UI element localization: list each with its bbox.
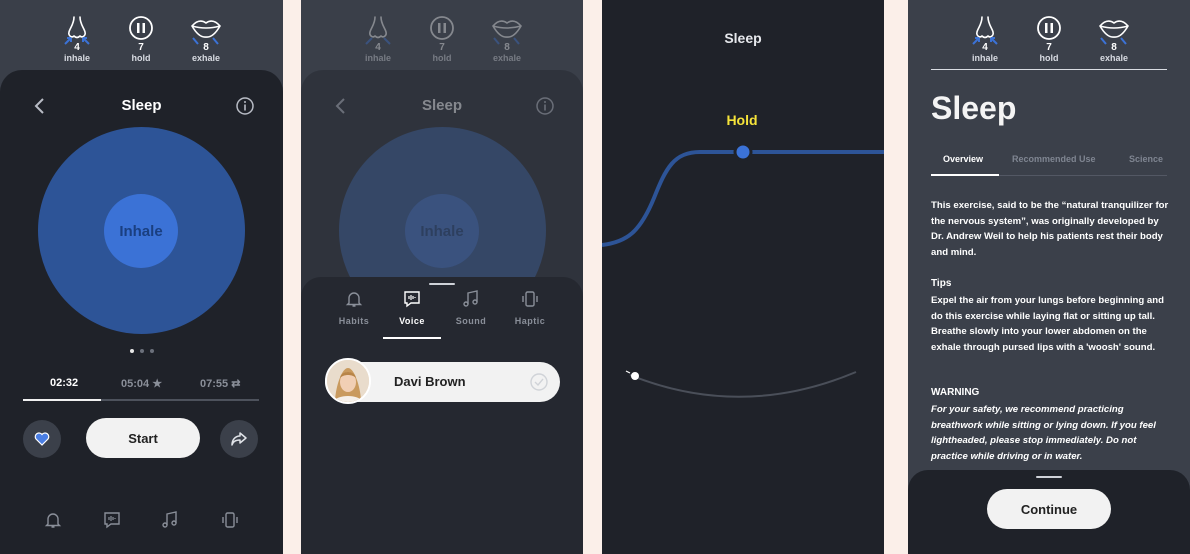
info-icon[interactable] — [235, 96, 255, 116]
vibrate-icon — [522, 291, 538, 307]
stat-label: inhale — [63, 53, 90, 63]
stat-value: 4 — [982, 42, 988, 53]
settings-bar — [0, 510, 283, 534]
stat-value: 8 — [203, 42, 209, 53]
stat-value: 8 — [1111, 42, 1117, 53]
tips-heading: Tips — [931, 278, 952, 289]
pager-dots — [0, 349, 283, 353]
phase-label: Inhale — [405, 194, 479, 268]
active-tab-indicator — [931, 174, 999, 176]
tab-haptic[interactable]: Haptic — [502, 289, 558, 326]
voice-icon[interactable] — [102, 510, 122, 530]
breathing-pattern: 4 inhale 7 hold 8 exhale — [301, 14, 583, 66]
settings-sheet: Habits Voice Sound Haptic Davi Brown — [301, 277, 583, 554]
divider — [931, 69, 1167, 70]
sun-marker — [631, 372, 639, 380]
warning-heading: WARNING — [931, 387, 980, 398]
continue-button[interactable]: Continue — [987, 489, 1111, 529]
session-card: Sleep Inhale 02:32 05:04 ★ 07:55 ⇄ Start — [0, 70, 283, 554]
stat-label: inhale — [364, 53, 391, 63]
stat-label: hold — [1039, 53, 1059, 63]
tab-recommended-use[interactable]: Recommended Use — [1012, 154, 1096, 164]
page-title: Sleep — [931, 90, 1017, 126]
duration-option[interactable]: 05:04 ★ — [121, 377, 162, 390]
start-button[interactable]: Start — [86, 418, 200, 458]
progress-fill — [23, 399, 101, 401]
breathing-pattern: 4 inhale 7 hold 8 exhale — [908, 14, 1190, 66]
heart-icon — [34, 432, 50, 446]
tab-sound[interactable]: Sound — [443, 289, 499, 326]
stat-label: exhale — [1099, 53, 1129, 63]
voice-settings-screen: 4 inhale 7 hold 8 exhale Sleep Inhale Ha… — [301, 0, 583, 554]
breathing-circle: Inhale — [38, 127, 245, 334]
share-icon — [231, 432, 247, 446]
sheet-handle[interactable] — [429, 283, 455, 285]
stat-value: 4 — [375, 42, 381, 53]
voice-name: Davi Brown — [394, 374, 466, 389]
voice-icon — [404, 291, 420, 308]
overview-text: This exercise, said to be the “natural t… — [931, 200, 1169, 258]
breath-curve — [602, 150, 884, 247]
sleep-session-screen: 4 inhale 7 hold 8 exhale Sleep Inhale 02… — [0, 0, 283, 554]
phase-label: Inhale — [104, 194, 178, 268]
bell-icon — [345, 292, 363, 307]
horizon-curve — [629, 371, 857, 398]
pager-dot[interactable] — [129, 349, 134, 353]
tab-overview[interactable]: Overview — [943, 154, 983, 164]
active-tab-indicator — [383, 337, 441, 339]
tab-science[interactable]: Science — [1129, 154, 1163, 164]
stat-value: 7 — [1046, 42, 1052, 53]
music-note-icon — [463, 290, 478, 307]
tab-voice[interactable]: Voice — [384, 289, 440, 326]
bell-icon[interactable] — [43, 510, 63, 530]
duration-option[interactable]: 07:55 ⇄ — [200, 377, 240, 390]
tab-label: Voice — [399, 316, 425, 326]
action-bar: Continue — [908, 470, 1190, 554]
breathing-visualization-screen: Sleep Hold — [602, 0, 884, 554]
checkmark-circle-icon[interactable] — [530, 373, 548, 391]
stat-label: exhale — [191, 53, 221, 63]
pager-dot[interactable] — [149, 349, 154, 353]
stat-value: 7 — [439, 42, 445, 53]
progress-bar — [23, 399, 259, 401]
pager-dot[interactable] — [139, 349, 144, 353]
stat-label: inhale — [971, 53, 998, 63]
stat-value: 7 — [138, 42, 144, 53]
vibrate-icon[interactable] — [220, 510, 240, 530]
person-avatar-icon — [327, 360, 369, 402]
breathing-pattern: 4 inhale 7 hold 8 exhale — [0, 14, 283, 66]
stat-label: hold — [131, 53, 151, 63]
tab-label: Sound — [455, 316, 487, 326]
duration-option[interactable]: 02:32 — [50, 377, 78, 389]
duration-options: 02:32 05:04 ★ 07:55 ⇄ — [0, 377, 283, 397]
favorite-button[interactable] — [23, 420, 61, 458]
tab-label: Habits — [338, 316, 370, 326]
tab-label: Haptic — [514, 316, 546, 326]
sheet-handle[interactable] — [1036, 476, 1062, 478]
stat-label: exhale — [492, 53, 522, 63]
voice-option[interactable]: Davi Brown — [325, 358, 560, 404]
avatar — [325, 358, 371, 404]
breath-wave-graph — [602, 142, 884, 398]
stat-value: 4 — [74, 42, 80, 53]
stat-value: 8 — [504, 42, 510, 53]
info-icon — [536, 97, 554, 115]
stat-label: hold — [432, 53, 452, 63]
warning-text: For your safety, we recommend practicing… — [931, 404, 1156, 462]
progress-marker — [733, 142, 753, 162]
tab-habits[interactable]: Habits — [326, 289, 382, 326]
music-note-icon[interactable] — [160, 510, 180, 530]
tips-text: Expel the air from your lungs before beg… — [931, 295, 1164, 353]
share-button[interactable] — [220, 420, 258, 458]
exercise-overview-screen: 4 inhale 7 hold 8 exhale Sleep Overview … — [908, 0, 1190, 554]
